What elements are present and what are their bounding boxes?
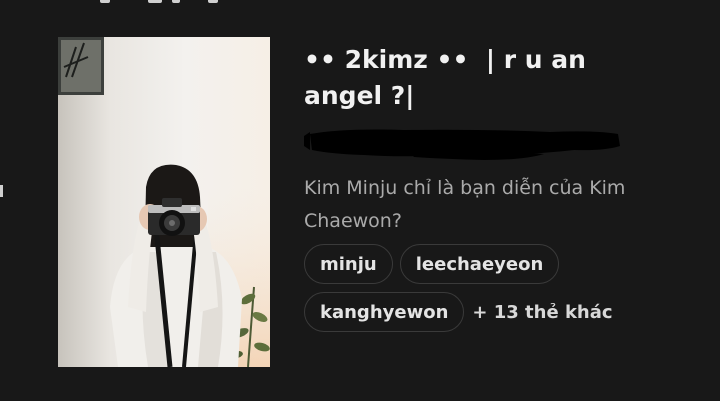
playlist-title: •• 2kimz •• | r u an angel ?| bbox=[304, 45, 595, 110]
tag-row: minju leechaeyeon bbox=[304, 244, 704, 284]
tag-chip[interactable]: kanghyewon bbox=[304, 292, 465, 332]
playlist-thumbnail[interactable] bbox=[58, 37, 270, 367]
left-edge-fragment bbox=[0, 185, 3, 197]
playlist-header: •• 2kimz •• | r u an angel ?| Kim Minju … bbox=[0, 0, 720, 401]
tag-chip[interactable]: minju bbox=[304, 244, 393, 284]
tag-chip[interactable]: leechaeyeon bbox=[399, 244, 560, 284]
playlist-description: Kim Minju chỉ là bạn diễn của Kim Chaewo… bbox=[304, 177, 626, 232]
tag-row: kanghyewon + 13 thẻ khác bbox=[304, 292, 704, 332]
photo-girl-with-camera-icon bbox=[58, 37, 270, 367]
redacted-subtitle bbox=[304, 124, 624, 164]
more-tags-link[interactable]: + 13 thẻ khác bbox=[472, 302, 612, 323]
top-edge-text-fragment bbox=[60, 0, 240, 3]
redaction-scribble-icon bbox=[304, 129, 620, 160]
tag-list: minju leechaeyeon kanghyewon + 13 thẻ kh… bbox=[304, 244, 704, 340]
